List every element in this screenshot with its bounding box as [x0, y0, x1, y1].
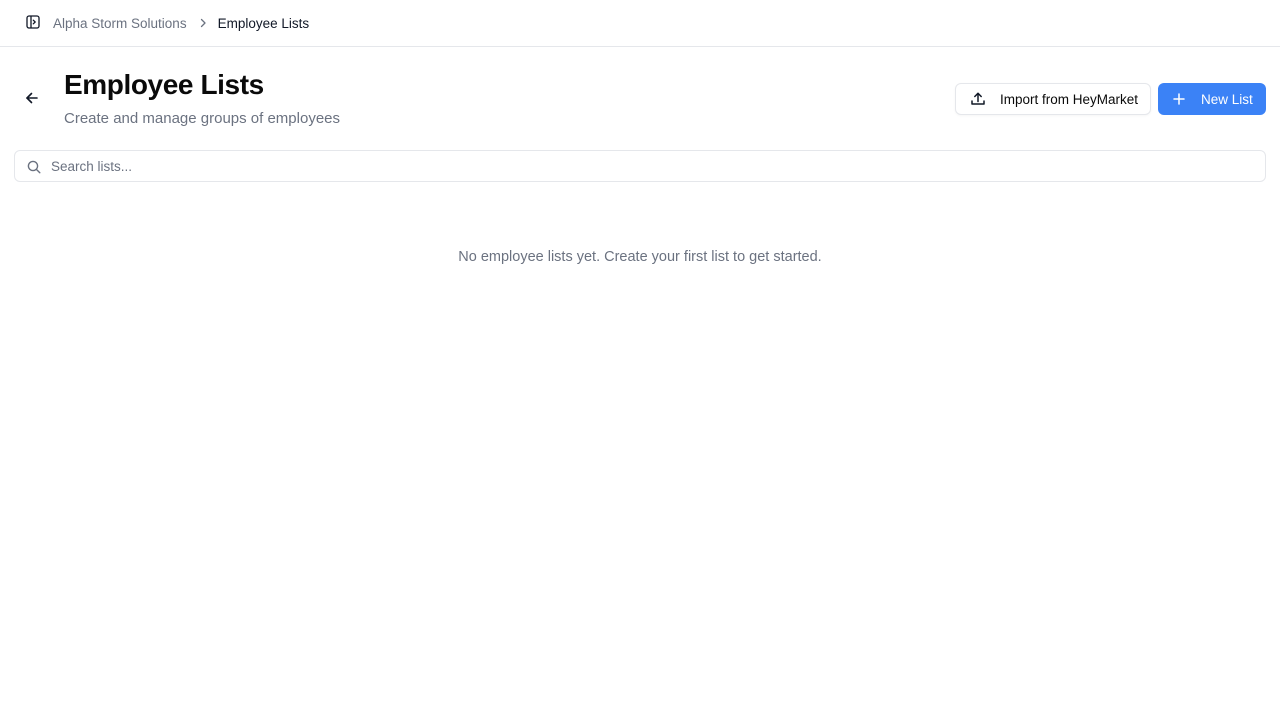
- top-bar: Alpha Storm Solutions Employee Lists: [0, 0, 1280, 47]
- search-box: [14, 150, 1266, 182]
- import-from-heymarket-button[interactable]: Import from HeyMarket: [955, 83, 1151, 115]
- import-button-label: Import from HeyMarket: [1000, 91, 1139, 107]
- new-list-button-label: New List: [1201, 91, 1253, 107]
- breadcrumb: Alpha Storm Solutions Employee Lists: [53, 0, 309, 46]
- breadcrumb-current: Employee Lists: [217, 15, 310, 31]
- page-subtitle: Create and manage groups of employees: [64, 110, 341, 127]
- empty-state-message: No employee lists yet. Create your first…: [458, 249, 822, 265]
- arrow-left-icon[interactable]: [22, 88, 42, 108]
- plus-icon: [1173, 93, 1185, 105]
- page-title: Employee Lists: [64, 69, 264, 100]
- chevron-right-icon: [199, 18, 207, 28]
- new-list-button[interactable]: New List: [1158, 83, 1266, 115]
- search-icon: [26, 159, 41, 174]
- panel-left-icon[interactable]: [24, 13, 42, 31]
- search-input[interactable]: [51, 151, 1251, 181]
- breadcrumb-org-link[interactable]: Alpha Storm Solutions: [53, 16, 187, 31]
- upload-icon: [970, 91, 986, 107]
